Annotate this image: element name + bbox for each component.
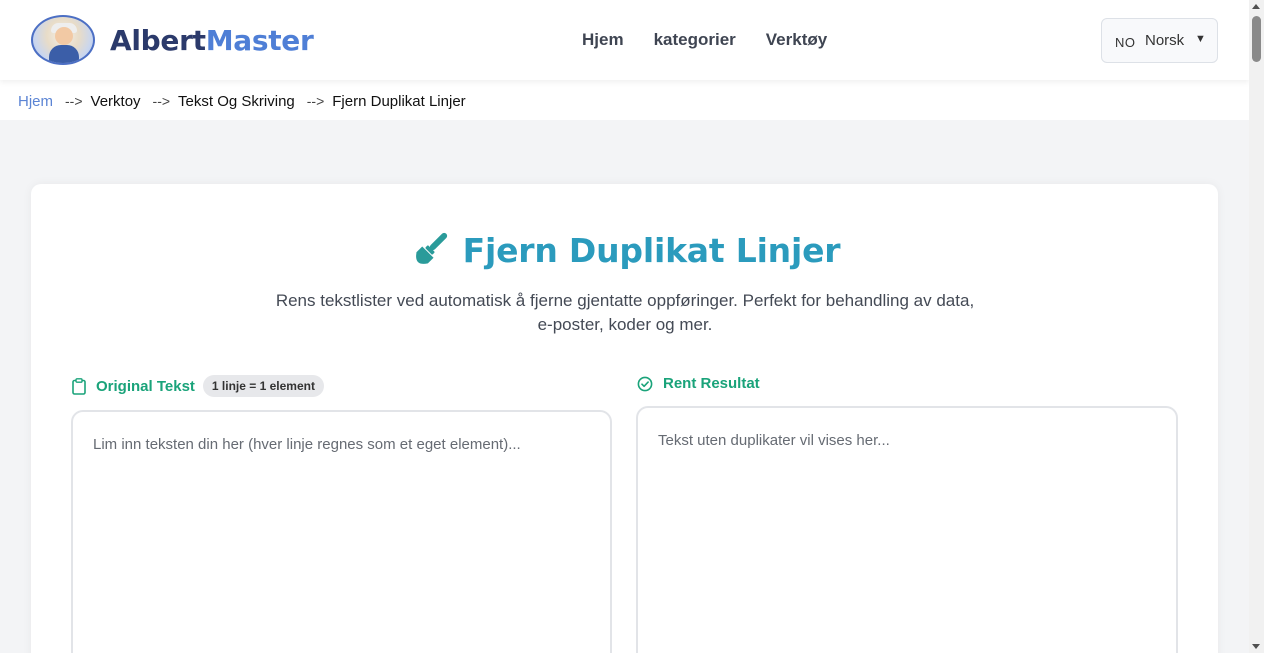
breadcrumb-separator: --> [152,93,171,109]
tool-title: Fjern Duplikat Linjer [462,230,841,270]
caret-down-icon: ▼ [1195,33,1206,45]
nav-categories[interactable]: kategorier [654,29,736,51]
nav-home[interactable]: Hjem [582,29,624,51]
page: AlbertMaster Hjem kategorier Verktøy NO … [0,0,1249,653]
scroll-up-arrow-icon[interactable] [1252,4,1260,9]
breadcrumb-separator: --> [306,93,325,109]
output-label-text: Rent Resultat [663,375,760,392]
logo-face [55,27,73,45]
main-nav: Hjem kategorier Verktøy [582,29,827,51]
line-element-badge: 1 linje = 1 element [202,375,324,397]
breadcrumb-separator: --> [65,93,83,109]
breadcrumb-home[interactable]: Hjem [18,93,53,110]
breadcrumb-current: Fjern Duplikat Linjer [332,93,466,110]
clipboard-icon [72,377,86,395]
scrollbar-thumb[interactable] [1252,16,1261,62]
output-label: Rent Resultat [637,375,760,392]
original-text-input[interactable] [93,436,590,652]
language-name: Norsk [1145,32,1185,49]
nav-tools[interactable]: Verktøy [766,29,827,51]
logo-avatar[interactable] [31,15,95,65]
input-label: Original Tekst 1 linje = 1 element [72,375,324,397]
page-scrollbar[interactable] [1249,0,1264,653]
language-code: NO [1115,35,1136,50]
brand-name[interactable]: AlbertMaster [110,22,314,60]
input-box [71,410,612,653]
output-box [636,406,1178,653]
input-label-text: Original Tekst [96,377,195,395]
tool-description: Rens tekstlister ved automatisk å fjerne… [275,291,975,334]
breadcrumb: Hjem --> Verktoy --> Tekst Og Skriving --> Fje… [18,91,466,112]
language-select[interactable]: NO Norsk ▼ [1101,18,1218,63]
brand-part-1: Albert [110,24,206,57]
check-circle-icon [637,376,653,391]
brand-part-2: Master [205,24,314,57]
paint-brush-icon [415,232,447,264]
breadcrumb-tools[interactable]: Verktoy [91,93,141,110]
logo-body [49,45,79,63]
clean-result-output[interactable] [658,432,1156,652]
site-header: AlbertMaster Hjem kategorier Verktøy NO … [0,0,1249,80]
breadcrumb-category[interactable]: Tekst Og Skriving [178,93,295,110]
tool-title-row: Fjern Duplikat Linjer [0,228,1249,272]
scroll-down-arrow-icon[interactable] [1252,644,1260,649]
